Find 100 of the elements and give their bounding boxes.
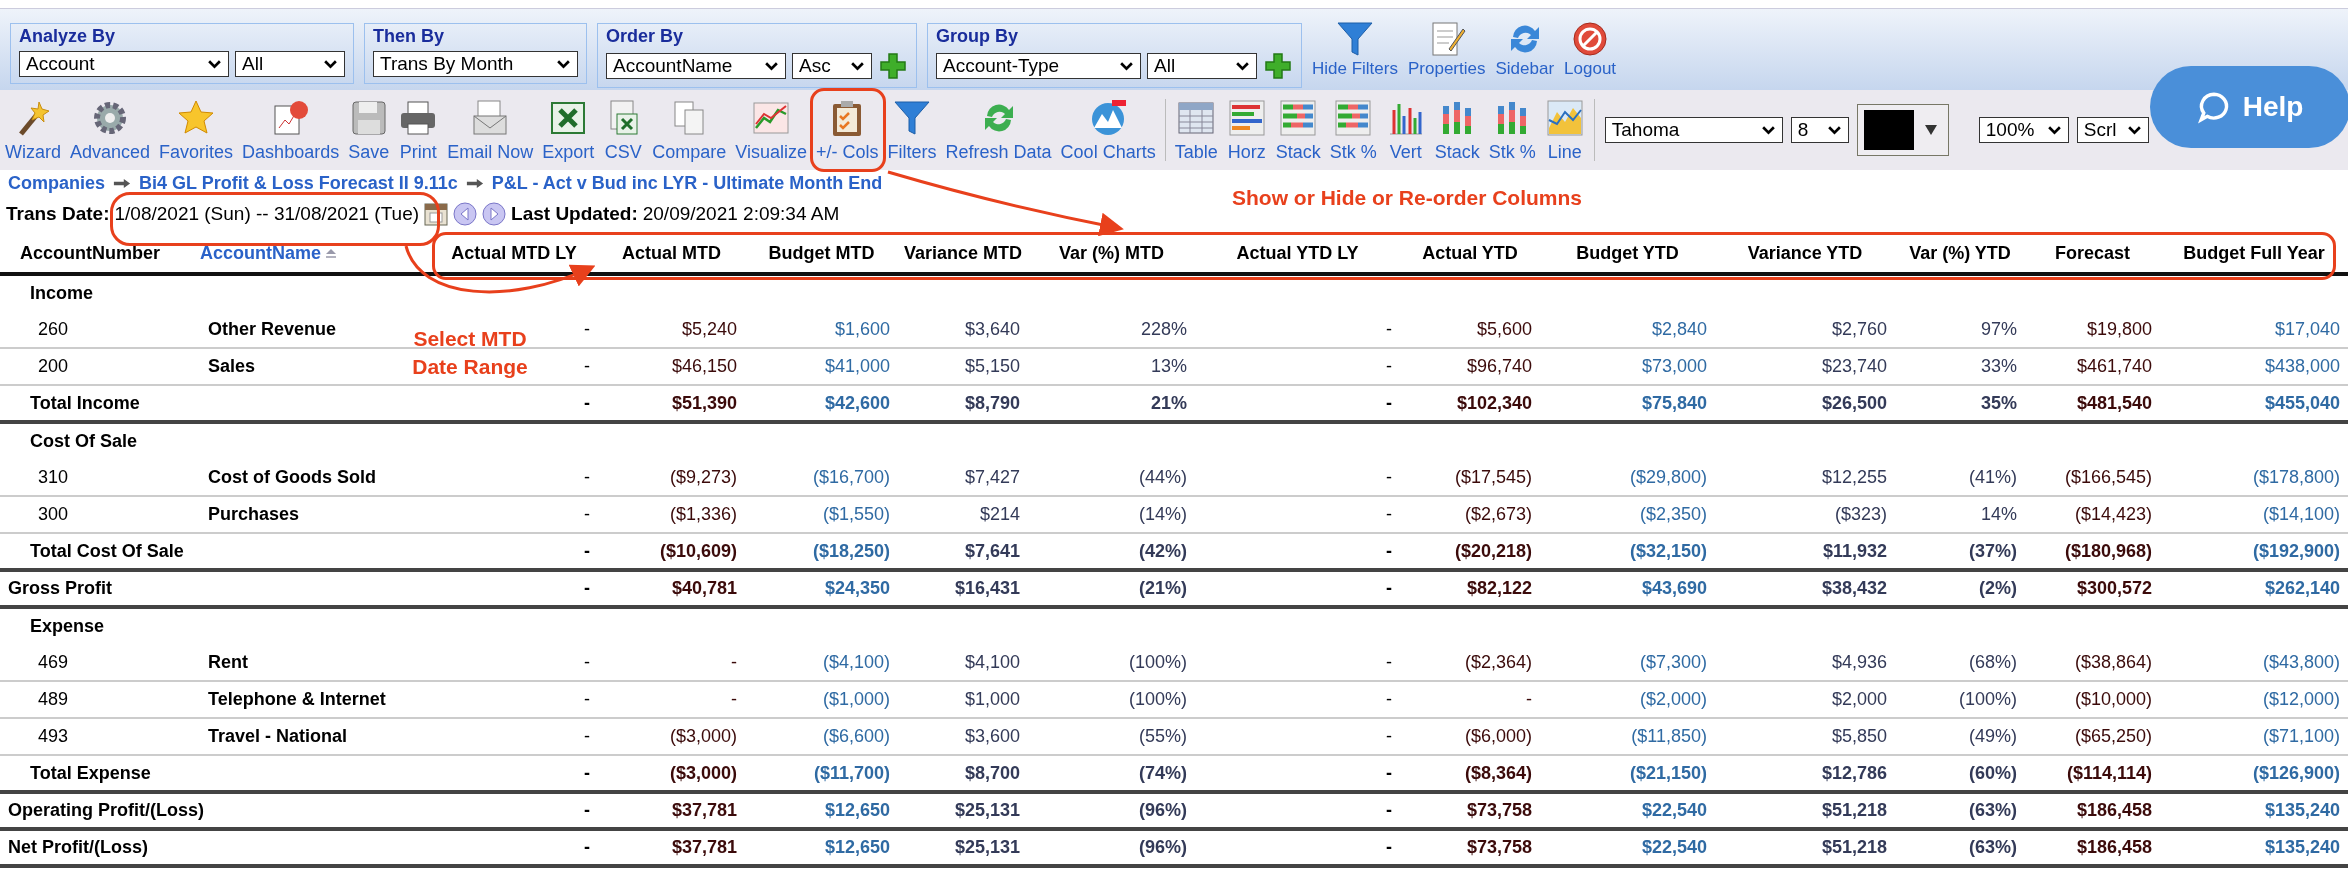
column-header[interactable]: Actual YTD (1422, 242, 1518, 263)
table-cell: $4,100 (964, 651, 1020, 672)
column-header[interactable]: Actual MTD LY (451, 242, 577, 263)
dropdown[interactable]: All (235, 51, 345, 77)
dropdown[interactable]: Asc (792, 53, 872, 79)
toolbar-button[interactable]: Sidebar (1495, 19, 1555, 79)
toolbar-button[interactable]: Save (348, 97, 390, 163)
table-cell: $5,150 (964, 356, 1020, 376)
column-header[interactable]: Budget Full Year (2183, 242, 2325, 263)
column-header[interactable]: Var (%) YTD (1909, 242, 2011, 263)
toolbar-button[interactable]: +/- Cols (816, 97, 879, 163)
section-heading: Expense (30, 616, 105, 636)
table-cell: (2%) (1979, 578, 2017, 598)
table-cell: $186,458 (2076, 800, 2152, 820)
table-cell: - (584, 578, 590, 598)
table-cell: Rent (208, 651, 248, 672)
table-cell: $7,641 (964, 540, 1020, 561)
table-cell: (41%) (1969, 466, 2017, 487)
breadcrumb-link[interactable]: Bi4 GL Profit & Loss Forecast II 9.11c (139, 172, 458, 194)
table-cell: $2,840 (1651, 318, 1707, 339)
updated-value: 20/09/2021 2:09:34 AM (642, 203, 840, 225)
toolbar-button[interactable]: CSV (603, 97, 644, 163)
annotation-text: Select MTD Date Range (411, 326, 529, 380)
toolbar-button[interactable]: Refresh Data (945, 97, 1052, 163)
size-dropdown[interactable]: 8 (1790, 117, 1849, 143)
dropdown[interactable]: AccountName (606, 53, 786, 79)
table-cell: ($14,100) (2262, 504, 2340, 524)
table-cell: (37%) (1969, 540, 2017, 561)
date-range[interactable]: 1/08/2021 (Sun) -- 31/08/2021 (Tue) (114, 203, 420, 225)
column-header[interactable]: Var (%) MTD (1059, 242, 1164, 263)
toolbar-button[interactable]: Stack (1275, 97, 1321, 163)
column-header[interactable]: Budget YTD (1576, 242, 1679, 263)
toolbar-button[interactable]: Filters (887, 97, 937, 163)
toolbar-button[interactable]: Dashboards (242, 97, 340, 163)
table-cell: $19,800 (2086, 318, 2152, 339)
zoom-dropdown[interactable]: 100% (1978, 117, 2069, 143)
table-cell: - (1386, 356, 1392, 376)
toolbar-button[interactable]: Cool Charts (1060, 97, 1156, 163)
dropdown[interactable]: Trans By Month (373, 51, 578, 77)
table-cell: $1,600 (834, 318, 890, 339)
column-header[interactable]: Variance YTD (1747, 242, 1863, 263)
table-cell: (63%) (1969, 800, 2017, 820)
scroll-dropdown[interactable]: Scrl (2076, 117, 2149, 143)
toolbar-button[interactable]: Stack (1434, 97, 1480, 163)
table-cell: Cost of Goods Sold (208, 466, 376, 487)
table-cell: $11,932 (1822, 540, 1887, 561)
help-button[interactable]: Help (2150, 66, 2348, 148)
breadcrumb-link[interactable]: Companies (8, 172, 106, 194)
table-cell: $1,000 (964, 689, 1020, 709)
font-dropdown[interactable]: Tahoma (1604, 117, 1783, 143)
dropdown[interactable]: Account-Type (936, 53, 1141, 79)
toolbar-button[interactable]: Hide Filters (1312, 19, 1398, 79)
toolbar-button[interactable]: Print (398, 97, 439, 163)
table-cell: ($21,150) (1629, 762, 1707, 783)
toolbar-button[interactable]: Stk % (1488, 97, 1536, 163)
toolbar-button[interactable]: Horz (1226, 97, 1267, 163)
toolbar-button[interactable]: Email Now (447, 97, 534, 163)
filter-title: Analyze By (19, 26, 117, 47)
table-cell: ($323) (1834, 504, 1887, 524)
toolbar-button[interactable]: Wizard (5, 97, 61, 163)
table-cell: $73,000 (1641, 356, 1707, 376)
table-cell: ($3,000) (669, 762, 737, 783)
table-cell: 300 (38, 504, 69, 524)
table-cell: ($1,000) (822, 689, 890, 709)
toolbar-button[interactable]: Table (1174, 97, 1218, 163)
table-cell: $12,255 (1821, 466, 1887, 487)
toolbar-button[interactable]: Logout (1564, 19, 1617, 79)
table-cell: - (1386, 466, 1392, 487)
table-cell: $75,840 (1641, 392, 1707, 413)
dropdown[interactable]: Account (19, 51, 229, 77)
toolbar-button[interactable]: Visualize (735, 97, 807, 163)
toolbar-button[interactable]: Favorites (159, 97, 234, 163)
table-cell: ($9,273) (669, 466, 737, 487)
toolbar-button[interactable]: Properties (1407, 19, 1486, 79)
column-header[interactable]: AccountName (200, 242, 322, 264)
column-header[interactable]: Forecast (2054, 242, 2130, 263)
dropdown[interactable]: All (1147, 53, 1257, 79)
toolbar-button[interactable]: Vert (1385, 97, 1426, 163)
table-cell: $73,758 (1466, 837, 1532, 857)
column-header[interactable]: Actual YTD LY (1236, 242, 1359, 263)
table-cell: $22,540 (1641, 837, 1707, 857)
table-cell: $481,540 (2076, 392, 2152, 413)
column-header[interactable]: Actual MTD (622, 242, 721, 263)
toolbar-button[interactable]: Line (1544, 97, 1585, 163)
table-cell: $214 (979, 504, 1020, 524)
toolbar-button[interactable]: Advanced (70, 97, 151, 163)
toolbar-button[interactable]: Stk % (1329, 97, 1377, 163)
column-header[interactable]: Budget MTD (768, 242, 875, 263)
total-label: Net Profit/(Loss) (8, 837, 148, 857)
table-cell: ($1,336) (669, 504, 737, 524)
breadcrumb-link[interactable]: P&L - Act v Bud inc LYR - Ultimate Month End (491, 172, 883, 194)
table-cell: $461,740 (2076, 356, 2152, 376)
column-header[interactable]: Variance MTD (903, 242, 1022, 263)
toolbar-button[interactable]: Export (542, 97, 595, 163)
table-cell: ($38,864) (2074, 651, 2152, 672)
column-header[interactable]: AccountNumber (20, 242, 160, 263)
table-cell: $438,000 (2264, 356, 2340, 376)
table-cell: $3,600 (964, 726, 1020, 746)
toolbar-button[interactable]: Compare (652, 97, 727, 163)
table-cell: $2,760 (1831, 318, 1887, 339)
